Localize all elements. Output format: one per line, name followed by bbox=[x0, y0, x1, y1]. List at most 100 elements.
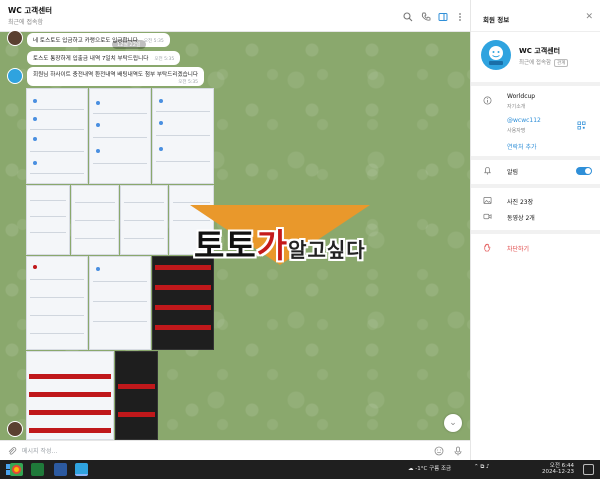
microphone-icon[interactable] bbox=[453, 446, 463, 456]
chat-status: 최근에 접속함 bbox=[8, 19, 44, 26]
sender-avatar[interactable] bbox=[7, 421, 23, 437]
profile-avatar-image bbox=[489, 46, 503, 65]
emoji-icon[interactable] bbox=[434, 446, 444, 456]
photo-content bbox=[156, 111, 210, 112]
photo-content bbox=[173, 202, 210, 203]
username-value[interactable]: @wcwc112 bbox=[507, 117, 541, 124]
photo-attachment[interactable] bbox=[152, 88, 214, 184]
chrome-icon[interactable] bbox=[10, 463, 23, 476]
qr-code-icon[interactable] bbox=[577, 121, 586, 130]
scroll-down-button[interactable]: ⌄ bbox=[444, 414, 462, 432]
bio-label: 자기소개 bbox=[507, 104, 526, 110]
photo-content bbox=[30, 109, 84, 110]
photo-attachment[interactable] bbox=[26, 88, 88, 184]
photo-content bbox=[124, 220, 164, 221]
photo-content bbox=[96, 267, 100, 271]
phone-icon[interactable] bbox=[421, 12, 431, 22]
profile-status: 최근에 접속함 관계 bbox=[519, 58, 569, 67]
photo-content bbox=[33, 265, 37, 269]
chat-header[interactable]: WC 고객센터 최근에 접속함 bbox=[0, 0, 470, 32]
photo-content bbox=[30, 315, 84, 316]
system-tray-icons[interactable]: ⌃ ⧉ ♪ bbox=[474, 464, 490, 471]
photo-attachment[interactable] bbox=[26, 256, 88, 350]
photo-content bbox=[96, 101, 100, 105]
profile-status-text: 최근에 접속함 bbox=[519, 60, 552, 66]
watermark-part: 가 bbox=[256, 226, 289, 265]
close-icon[interactable]: ✕ bbox=[585, 12, 593, 22]
photo-content bbox=[118, 412, 155, 417]
photo-content bbox=[33, 99, 37, 103]
username-label: 사용자명 bbox=[507, 128, 526, 134]
message-bubble[interactable]: 네 토스토도 입금하고 카랭으로도 입금합니다 오전 5:35 bbox=[27, 33, 170, 47]
photo-content bbox=[33, 161, 37, 165]
photo-content bbox=[124, 202, 164, 203]
section-divider bbox=[471, 82, 600, 86]
add-contact-link[interactable]: 연락처 추가 bbox=[507, 142, 537, 151]
profile-avatar[interactable] bbox=[481, 40, 511, 70]
photo-attachment[interactable] bbox=[71, 185, 119, 255]
photo-attachment[interactable] bbox=[26, 351, 114, 440]
search-icon[interactable] bbox=[403, 12, 413, 22]
watermark-part: 토토 bbox=[194, 226, 257, 265]
watermark-logo: 토토가알고싶다 bbox=[180, 205, 430, 275]
videos-count: 동영상 2개 bbox=[507, 215, 535, 222]
notifications-toggle[interactable] bbox=[576, 167, 592, 175]
message-text: 토스도 통장하게 입출금 내역 7일치 부탁드립니다 bbox=[33, 56, 149, 62]
info-header: 회원 정보 ✕ bbox=[471, 0, 600, 32]
photo-content bbox=[30, 151, 84, 152]
notification-center-icon[interactable] bbox=[583, 464, 594, 475]
photo-content bbox=[33, 137, 37, 141]
sender-avatar[interactable] bbox=[7, 30, 23, 46]
photo-content bbox=[156, 161, 210, 162]
volume-icon: ♪ bbox=[486, 464, 490, 470]
weather-widget[interactable]: ☁ -1°C 구름 조금 bbox=[408, 464, 451, 472]
photo-attachment[interactable] bbox=[115, 351, 158, 440]
photo-content bbox=[30, 232, 66, 233]
section-divider bbox=[471, 184, 600, 188]
message-time: 오전 5:35 bbox=[154, 57, 175, 62]
sender-avatar[interactable] bbox=[7, 68, 23, 84]
watermark-text: 토토가알고싶다 bbox=[194, 219, 366, 267]
photo-attachment[interactable] bbox=[89, 256, 151, 350]
sidebar-toggle-icon[interactable] bbox=[438, 12, 448, 22]
photo-content bbox=[93, 321, 147, 322]
photo-content bbox=[155, 285, 211, 290]
photo-content bbox=[159, 121, 163, 125]
telegram-taskbar-icon[interactable] bbox=[75, 463, 88, 476]
chevron-up-icon: ⌃ bbox=[474, 464, 479, 470]
chat-title: WC 고객센터 bbox=[8, 6, 52, 15]
photo-content bbox=[93, 301, 147, 302]
message-time: 오전 5:35 bbox=[178, 80, 199, 85]
photo-content bbox=[96, 149, 100, 153]
photo-icon bbox=[483, 196, 492, 205]
photo-attachment[interactable] bbox=[26, 185, 70, 255]
telegram-window: WC 고객센터 최근에 접속함 네 토스토도 입금하고 카랭으로도 입금합니다 오… bbox=[0, 0, 600, 460]
clock[interactable]: 오전 6:44 2024-12-23 bbox=[542, 461, 574, 475]
photo-content bbox=[29, 410, 111, 415]
profile-name: WC 고객센터 bbox=[519, 47, 561, 55]
file-app-icon[interactable] bbox=[54, 463, 67, 476]
excel-icon[interactable] bbox=[31, 463, 44, 476]
weather-icon: ☁ bbox=[408, 466, 414, 472]
message-bubble[interactable]: 회원님 하사이트 충전내역 환전내역 배팅내역도 첨부 부탁드리겠습니다 오전 … bbox=[27, 67, 205, 86]
photo-attachment[interactable] bbox=[89, 88, 151, 184]
attach-icon[interactable] bbox=[7, 446, 17, 456]
windows-taskbar: ☁ -1°C 구름 조금 ⌃ ⧉ ♪ 오전 6:44 2024-12-23 bbox=[0, 460, 600, 479]
notifications-label: 알림 bbox=[507, 169, 519, 176]
message-input[interactable] bbox=[22, 445, 402, 457]
message-bubble[interactable]: 토스도 통장하게 입출금 내역 7일치 부탁드립니다 오전 5:35 bbox=[27, 51, 181, 65]
info-title: 회원 정보 bbox=[483, 16, 510, 24]
weather-text: -1°C 구름 조금 bbox=[415, 466, 452, 472]
bio-value[interactable]: Worldcup bbox=[507, 93, 535, 100]
photo-content bbox=[29, 374, 111, 379]
section-divider bbox=[471, 230, 600, 234]
more-menu-icon[interactable] bbox=[455, 12, 465, 22]
watermark-part: 알고싶다 bbox=[288, 238, 366, 262]
clock-date: 2024-12-23 bbox=[542, 469, 574, 475]
photo-content bbox=[156, 135, 210, 136]
photo-content bbox=[93, 163, 147, 164]
clock-time: 오전 6:44 bbox=[549, 463, 574, 469]
photos-count: 사진 23장 bbox=[507, 199, 534, 206]
photo-content bbox=[30, 173, 84, 174]
photo-attachment[interactable] bbox=[120, 185, 168, 255]
